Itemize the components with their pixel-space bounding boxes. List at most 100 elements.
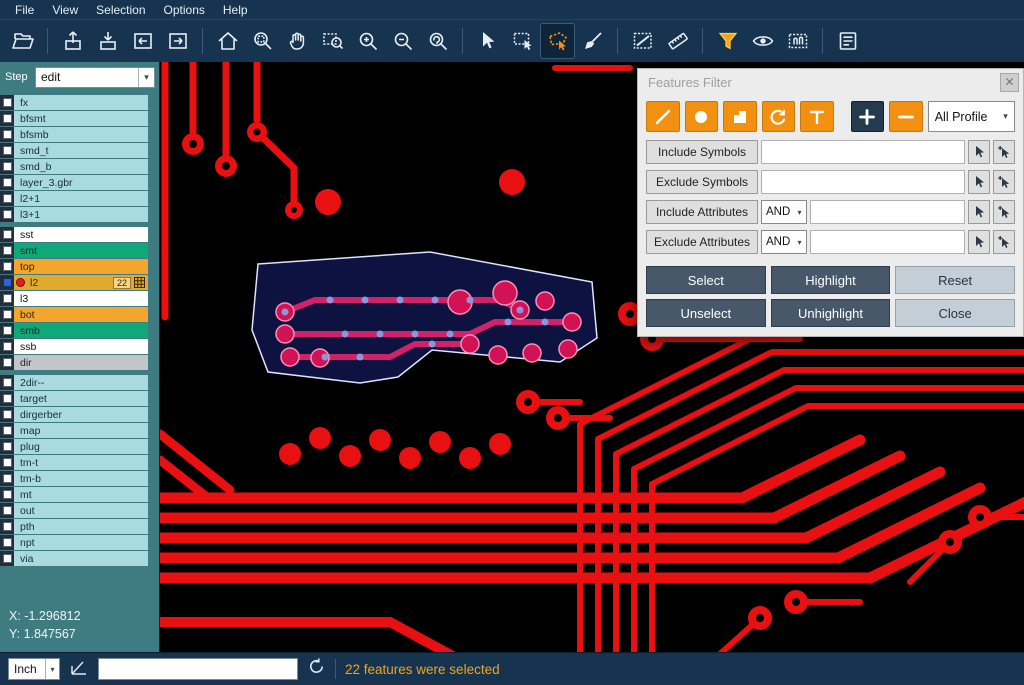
close-icon[interactable]: ✕ — [1000, 73, 1019, 92]
layer-checkbox[interactable] — [0, 259, 14, 274]
eye-icon[interactable] — [746, 24, 779, 58]
layer-row-npt[interactable]: npt — [0, 535, 148, 550]
pick-attribute-add-icon[interactable] — [993, 230, 1015, 254]
exclude-attributes-button[interactable]: Exclude Attributes — [646, 230, 758, 254]
home-icon[interactable] — [211, 24, 244, 58]
unhighlight-button[interactable]: Unhighlight — [771, 299, 891, 327]
dialog-titlebar[interactable]: Features Filter ✕ — [638, 69, 1023, 95]
zoom-out-icon[interactable] — [386, 24, 419, 58]
layer-checkbox[interactable] — [0, 227, 14, 242]
layer-row-smd_t[interactable]: smd_t — [0, 143, 148, 158]
refresh-icon[interactable] — [307, 657, 326, 681]
layer-row-tm-t[interactable]: tm-t — [0, 455, 148, 470]
include-attributes-op-select[interactable]: AND ▾ — [761, 200, 807, 224]
layer-row-layer_3.gbr[interactable]: layer_3.gbr — [0, 175, 148, 190]
page-prev-icon[interactable] — [126, 24, 159, 58]
layer-row-smb[interactable]: smb — [0, 323, 148, 338]
layer-row-tm-b[interactable]: tm-b — [0, 471, 148, 486]
import-icon[interactable] — [91, 24, 124, 58]
pick-symbol-icon[interactable] — [968, 140, 990, 164]
layer-checkbox[interactable] — [0, 439, 14, 454]
layer-checkbox[interactable] — [0, 175, 14, 190]
layer-checkbox[interactable] — [0, 355, 14, 370]
menu-item-options[interactable]: Options — [155, 0, 214, 20]
report-icon[interactable] — [831, 24, 864, 58]
page-next-icon[interactable] — [161, 24, 194, 58]
layer-row-plug[interactable]: plug — [0, 439, 148, 454]
pick-symbol-add-icon[interactable] — [993, 170, 1015, 194]
layer-row-bfsmb[interactable]: bfsmb — [0, 127, 148, 142]
text-feature-icon[interactable] — [800, 101, 834, 132]
poly-select-icon[interactable] — [541, 24, 574, 58]
close-button[interactable]: Close — [895, 299, 1015, 327]
layer-row-mt[interactable]: mt — [0, 487, 148, 502]
unselect-button[interactable]: Unselect — [646, 299, 766, 327]
zoom-redraw-icon[interactable] — [421, 24, 454, 58]
layer-checkbox[interactable] — [0, 423, 14, 438]
layer-row-map[interactable]: map — [0, 423, 148, 438]
exclude-attributes-op-select[interactable]: AND ▾ — [761, 230, 807, 254]
layer-checkbox[interactable] — [0, 291, 14, 306]
surface-feature-icon[interactable] — [723, 101, 757, 132]
export-icon[interactable] — [56, 24, 89, 58]
layer-row-l3[interactable]: l3 — [0, 291, 148, 306]
layer-checkbox[interactable] — [0, 95, 14, 110]
layer-checkbox[interactable] — [0, 375, 14, 390]
layer-checkbox[interactable] — [0, 207, 14, 222]
cursor-icon[interactable] — [471, 24, 504, 58]
highlight-net-icon[interactable] — [781, 24, 814, 58]
include-symbols-input[interactable] — [761, 140, 965, 164]
zoom-fit-icon[interactable] — [246, 24, 279, 58]
pick-attribute-add-icon[interactable] — [993, 200, 1015, 224]
layer-row-l2[interactable]: l222 — [0, 275, 148, 290]
layer-row-dirgerber[interactable]: dirgerber — [0, 407, 148, 422]
menu-item-view[interactable]: View — [43, 0, 87, 20]
layer-checkbox[interactable] — [0, 243, 14, 258]
include-attributes-button[interactable]: Include Attributes — [646, 200, 758, 224]
include-attributes-input[interactable] — [810, 200, 965, 224]
reset-button[interactable]: Reset — [895, 266, 1015, 294]
layer-checkbox[interactable] — [0, 159, 14, 174]
layer-row-l3+1[interactable]: l3+1 — [0, 207, 148, 222]
layer-checkbox[interactable] — [0, 191, 14, 206]
layer-row-out[interactable]: out — [0, 503, 148, 518]
add-filter-icon[interactable] — [851, 101, 885, 132]
menu-item-selection[interactable]: Selection — [87, 0, 154, 20]
layer-checkbox[interactable] — [0, 143, 14, 158]
exclude-symbols-input[interactable] — [761, 170, 965, 194]
layer-checkbox[interactable] — [0, 551, 14, 566]
layer-checkbox[interactable] — [0, 111, 14, 126]
layer-checkbox[interactable] — [0, 275, 14, 290]
layer-row-smt[interactable]: smt — [0, 243, 148, 258]
brush-icon[interactable] — [576, 24, 609, 58]
grid-icon[interactable] — [134, 277, 145, 288]
layer-row-dir[interactable]: dir — [0, 355, 148, 370]
angle-measure-icon[interactable] — [69, 657, 89, 682]
arc-feature-icon[interactable] — [762, 101, 796, 132]
select-button[interactable]: Select — [646, 266, 766, 294]
include-symbols-button[interactable]: Include Symbols — [646, 140, 758, 164]
highlight-button[interactable]: Highlight — [771, 266, 891, 294]
pick-symbol-icon[interactable] — [968, 170, 990, 194]
rect-select-icon[interactable] — [506, 24, 539, 58]
open-folder-icon[interactable] — [6, 24, 39, 58]
layer-checkbox[interactable] — [0, 471, 14, 486]
layer-row-l2+1[interactable]: l2+1 — [0, 191, 148, 206]
layer-row-target[interactable]: target — [0, 391, 148, 406]
exclude-symbols-button[interactable]: Exclude Symbols — [646, 170, 758, 194]
layer-checkbox[interactable] — [0, 339, 14, 354]
profile-select[interactable]: All Profile ▾ — [928, 101, 1015, 132]
layer-row-pth[interactable]: pth — [0, 519, 148, 534]
pan-icon[interactable] — [281, 24, 314, 58]
layer-row-smd_b[interactable]: smd_b — [0, 159, 148, 174]
layer-row-sst[interactable]: sst — [0, 227, 148, 242]
zoom-area-icon[interactable] — [316, 24, 349, 58]
layer-checkbox[interactable] — [0, 407, 14, 422]
measure-icon[interactable] — [661, 24, 694, 58]
pick-attribute-icon[interactable] — [968, 200, 990, 224]
layer-checkbox[interactable] — [0, 127, 14, 142]
layer-row-top[interactable]: top — [0, 259, 148, 274]
unit-select[interactable]: Inch ▾ — [8, 658, 60, 680]
pick-symbol-add-icon[interactable] — [993, 140, 1015, 164]
zoom-in-icon[interactable] — [351, 24, 384, 58]
